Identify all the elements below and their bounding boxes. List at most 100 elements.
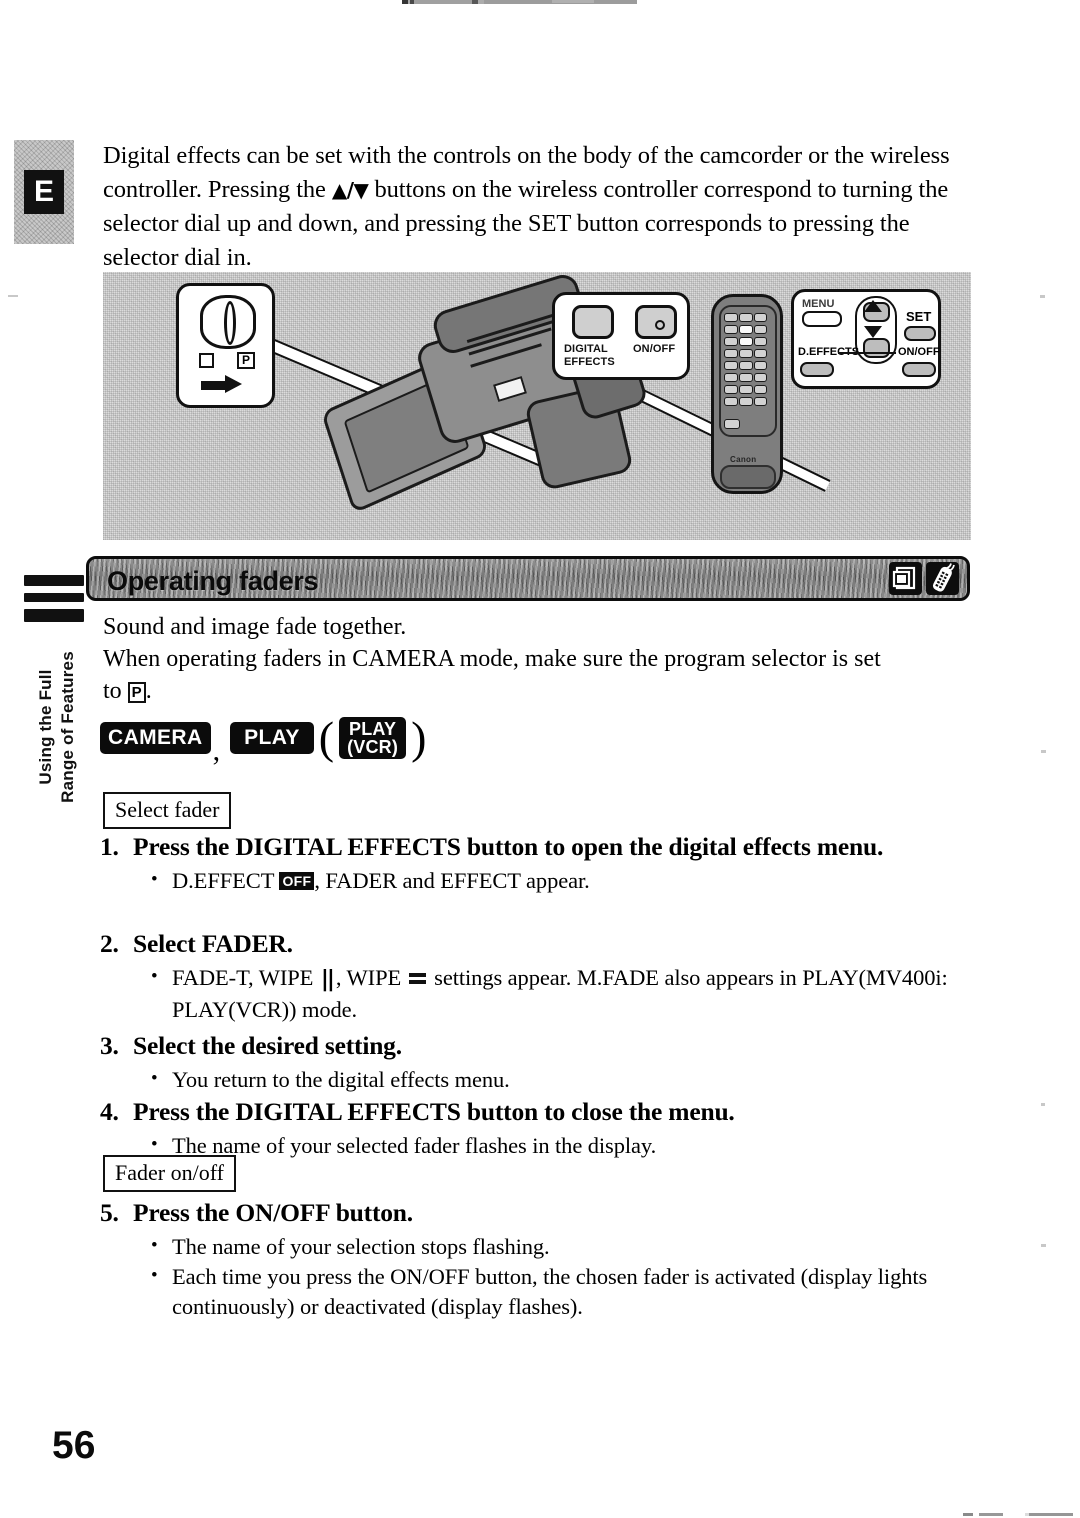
lead-line-3: to P.: [103, 675, 983, 707]
step-3-number: 3.: [100, 1031, 119, 1060]
section-lead-text: Sound and image fade together. When oper…: [103, 611, 983, 707]
intro-line-2b: buttons on the wireless controller: [368, 176, 698, 203]
remote-key: [754, 373, 767, 382]
remote-key: [724, 419, 740, 429]
scan-speck: [1040, 295, 1045, 298]
step-3-text: Select the desired setting.: [133, 1031, 402, 1060]
step-5-number: 5.: [100, 1198, 119, 1227]
step-2: 2. Select FADER. FADE-T, WIPE ||, WIPE s…: [100, 927, 980, 1025]
side-tab-label: Using the Full Range of Features: [36, 651, 77, 803]
remote-key: [739, 373, 753, 382]
step-5-bullets: The name of your selection stops flashin…: [100, 1231, 980, 1322]
remote-key: [724, 361, 738, 370]
easy-recording-mark-icon: [199, 353, 214, 368]
scan-speck: [1041, 750, 1046, 753]
step-4-number: 4.: [100, 1097, 119, 1126]
remote-set-button-icon: [904, 326, 936, 341]
remote-key: [724, 313, 738, 322]
callout-camera-buttons: DIGITAL EFFECTS ON/OFF: [552, 292, 690, 380]
wipe-horizontal-icon: [408, 972, 426, 986]
mode-badge-play: PLAY: [230, 722, 314, 754]
remote-onoff-button-icon: [902, 362, 936, 377]
mode-badge-row: CAMERA , PLAY ( PLAY (VCR) ): [100, 712, 431, 767]
intro-line-1: Digital effects can be set with the cont…: [103, 142, 864, 169]
list-item: FADE-T, WIPE ||, WIPE settings appear. M…: [145, 962, 980, 1025]
remote-deffects-button-icon: [800, 362, 834, 377]
step-2-bullets: FADE-T, WIPE ||, WIPE settings appear. M…: [100, 962, 980, 1025]
step-1-bullet-prefix: D.EFFECT: [172, 868, 280, 893]
off-badge-icon: OFF: [279, 872, 315, 890]
section-banner: Operating faders: [86, 556, 970, 601]
step-2-bullet-b: , WIPE: [335, 965, 407, 990]
digital-effects-button-icon: [572, 305, 614, 339]
remote-key: [754, 313, 767, 322]
remote-menu-label: MENU: [802, 298, 835, 310]
scan-artifact-bottom-mark: [963, 1513, 1073, 1516]
side-tab-bar: [24, 593, 84, 602]
step-1-text: Press the DIGITAL EFFECTS button to open…: [133, 832, 884, 861]
list-item: The name of your selected fader flashes …: [145, 1130, 980, 1161]
triangle-up-icon: [864, 300, 882, 312]
remote-key: [754, 349, 767, 358]
remote-lower-section: [720, 465, 776, 489]
mode-badge-play-vcr: PLAY (VCR): [339, 717, 407, 759]
step-4: 4. Press the DIGITAL EFFECTS button to c…: [100, 1095, 980, 1161]
remote-key: [754, 361, 767, 370]
up-down-arrows-glyph: ▲/▼: [331, 178, 369, 202]
remote-key: [739, 397, 753, 406]
remote-key: [724, 373, 738, 382]
mode-separator-comma: ,: [212, 734, 221, 767]
mode-badge-play-vcr-top: PLAY: [349, 719, 397, 739]
callout-remote-controls: MENU SET D.EFFECTS ON/OFF: [791, 289, 941, 389]
remote-brand-label: Canon: [730, 455, 757, 464]
step-4-heading: 4. Press the DIGITAL EFFECTS button to c…: [100, 1095, 980, 1129]
lead-line-3-suffix: .: [145, 678, 152, 704]
selector-dial-icon: [200, 295, 256, 349]
scan-speck: [1041, 1103, 1045, 1106]
remote-key: [754, 325, 767, 334]
step-2-bullet-a: FADE-T, WIPE: [172, 965, 319, 990]
wireless-remote-icon: [926, 562, 959, 595]
side-tab: Using the Full Range of Features: [24, 575, 84, 803]
language-badge: E: [14, 140, 74, 244]
remote-key: [724, 349, 738, 358]
step-1-heading: 1. Press the DIGITAL EFFECTS button to o…: [100, 830, 980, 864]
list-item: You return to the digital effects menu.: [145, 1064, 980, 1095]
page-number: 56: [52, 1424, 96, 1467]
program-mode-badge-icon: P: [127, 682, 146, 703]
list-item: D.EFFECT OFF, FADER and EFFECT appear.: [145, 865, 980, 896]
onoff-button-icon: [635, 305, 677, 339]
remote-key: [724, 397, 738, 406]
list-item: The name of your selection stops flashin…: [145, 1231, 980, 1262]
remote-key: [739, 361, 753, 370]
step-4-text: Press the DIGITAL EFFECTS button to clos…: [133, 1097, 735, 1126]
remote-down-button-icon: [863, 338, 890, 358]
remote-key-up: [739, 325, 753, 334]
program-mode-mark-icon: P: [237, 352, 255, 369]
mode-badge-camera: CAMERA: [100, 722, 211, 754]
side-tab-bar: [24, 609, 84, 622]
mode-badge-play-vcr-bottom: (VCR): [347, 737, 399, 757]
wipe-vertical-icon: ||: [320, 967, 335, 992]
remote-key: [754, 397, 767, 406]
step-1-number: 1.: [100, 832, 119, 861]
mode-close-paren: ): [411, 712, 427, 763]
digital-effects-button-label: DIGITAL EFFECTS: [564, 343, 615, 368]
remote-key: [739, 385, 753, 394]
step-5-text: Press the ON/OFF button.: [133, 1198, 413, 1227]
step-2-number: 2.: [100, 929, 119, 958]
section-title: Operating faders: [107, 566, 319, 596]
lead-line-2: When operating faders in CAMERA mode, ma…: [103, 646, 881, 672]
scan-artifact-top-mark: [552, 0, 594, 3]
remote-key: [754, 385, 767, 394]
scan-speck: [1041, 1244, 1046, 1247]
remote-key: [739, 313, 753, 322]
step-3-bullets: You return to the digital effects menu.: [100, 1064, 980, 1095]
lead-line-3-prefix: to: [103, 678, 128, 704]
side-tab-bars: [24, 575, 84, 629]
remote-key-down: [739, 337, 753, 346]
list-item: Each time you press the ON/OFF button, t…: [145, 1261, 980, 1322]
remote-menu-button-icon: [802, 311, 842, 327]
step-3-heading: 3. Select the desired setting.: [100, 1029, 980, 1063]
remote-onoff-label: ON/OFF: [898, 346, 940, 358]
